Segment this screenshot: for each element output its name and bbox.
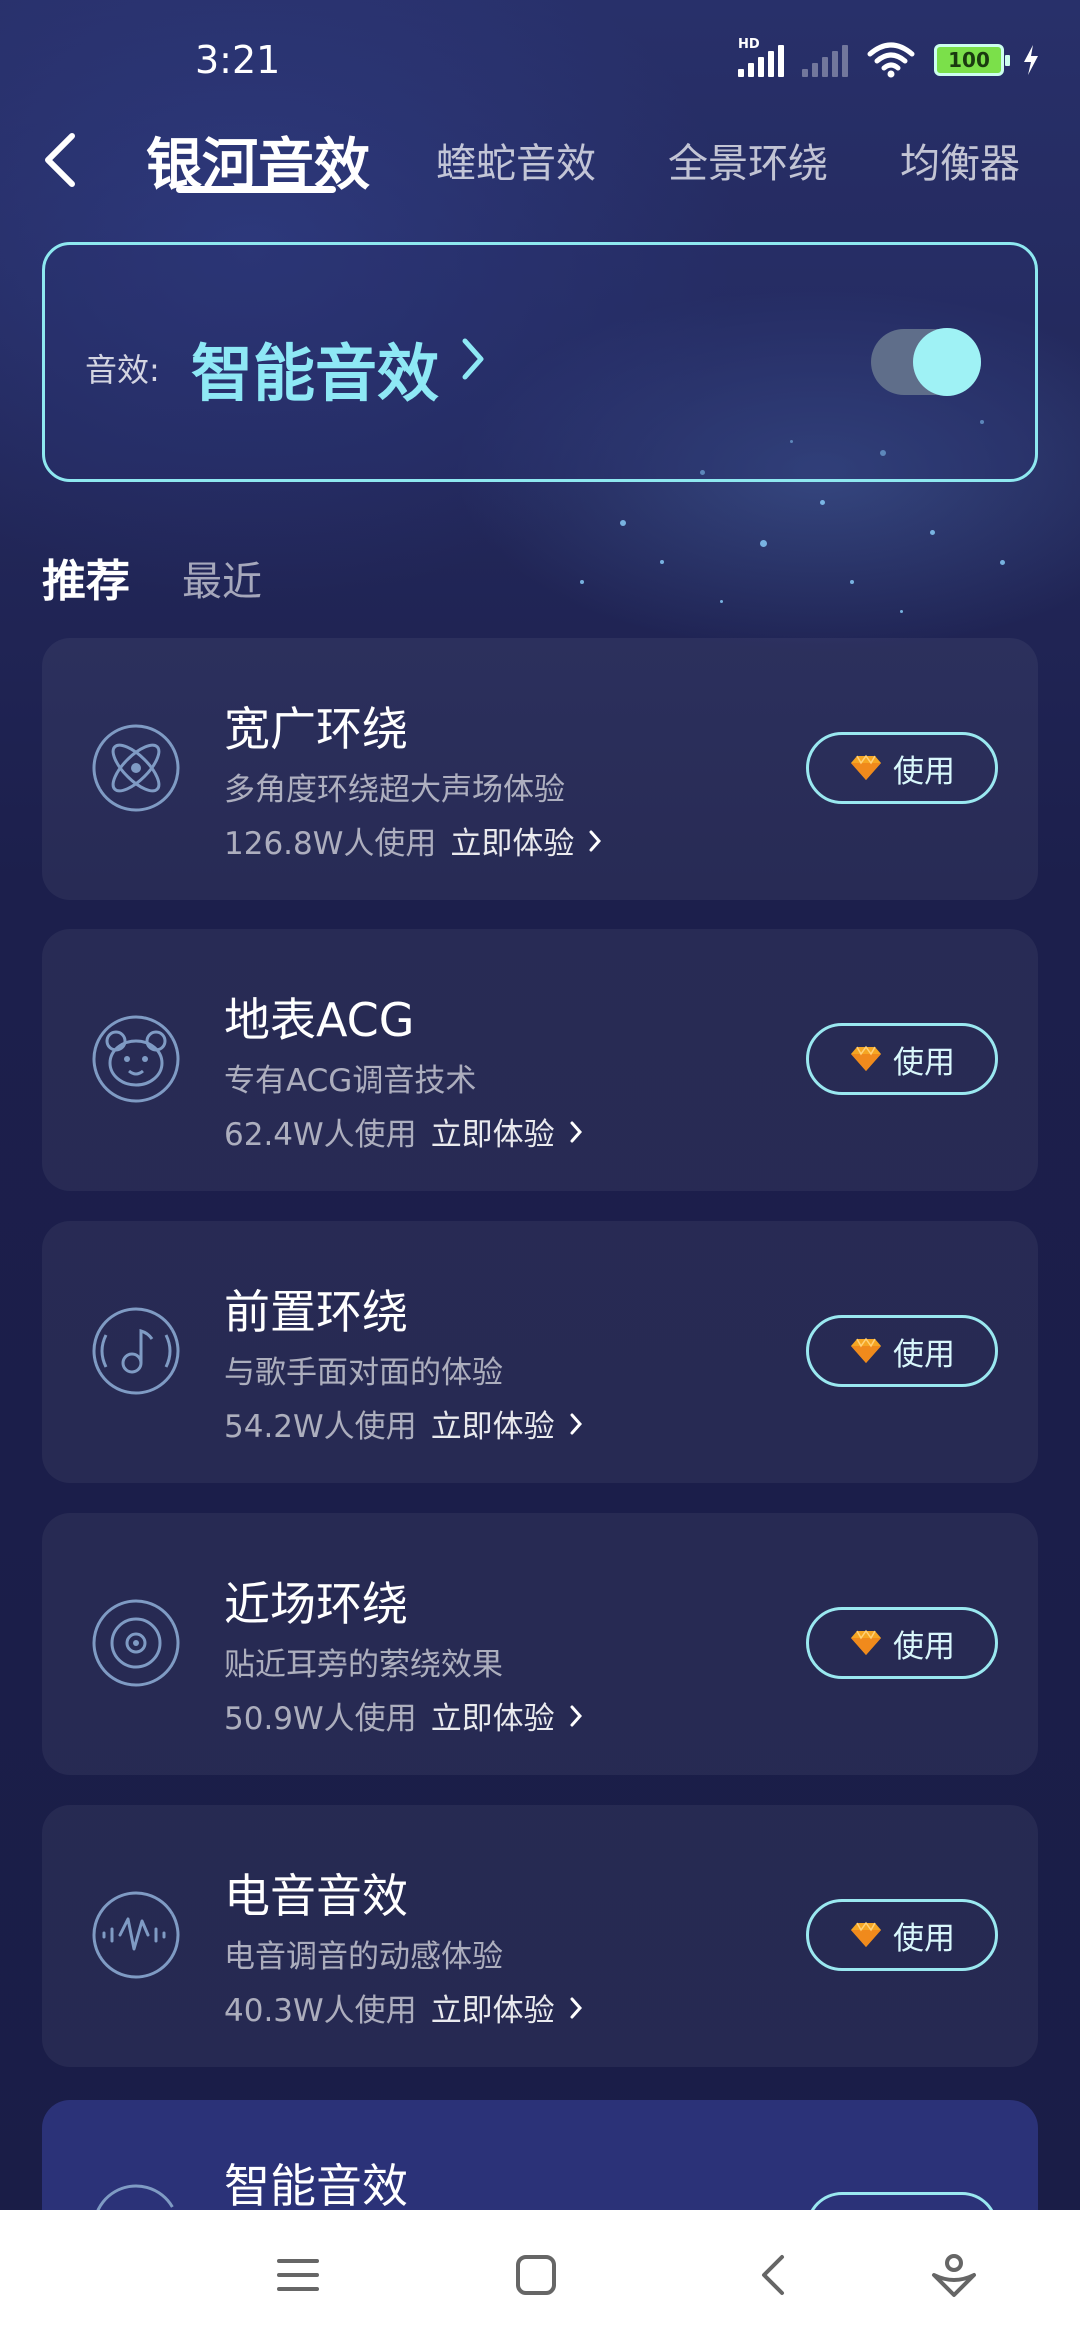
chevron-right-icon [570, 1997, 582, 2018]
card-meta: 126.8W人使用 立即体验 [224, 818, 602, 863]
tab-equalizer[interactable]: 均衡器 [900, 120, 1020, 200]
card-meta: 40.3W人使用 立即体验 [224, 1985, 583, 2030]
tab-recent[interactable]: 最近 [182, 549, 262, 607]
tab-panoramic-surround[interactable]: 全景环绕 [668, 120, 828, 200]
signal-hd-icon: HD [738, 37, 784, 77]
try-now-link[interactable]: 立即体验 [431, 1401, 555, 1446]
try-now-link[interactable]: 立即体验 [431, 1985, 555, 2030]
card-title: 电音音效 [224, 1869, 408, 1923]
current-effect-selector[interactable]: 智能音效 [191, 323, 439, 413]
card-description: 电音调音的动感体验 [224, 1939, 503, 1975]
chevron-right-icon [570, 1413, 582, 1434]
header-tabs: 银河音效 蝰蛇音效 全景环绕 均衡器 [0, 110, 1080, 210]
diamond-vip-icon [850, 1922, 882, 1948]
try-now-link[interactable]: 立即体验 [450, 818, 574, 863]
atom-icon [92, 724, 180, 812]
assistant-icon [932, 2254, 976, 2297]
use-button[interactable]: 使用 [806, 1607, 998, 1679]
battery-icon: 100 [934, 44, 1010, 76]
card-title: 地表ACG [224, 993, 415, 1047]
back-button[interactable] [30, 120, 90, 200]
chevron-right-icon [570, 1121, 582, 1142]
back-icon [762, 2255, 784, 2295]
use-button[interactable]: 使用 [806, 1315, 998, 1387]
tab-viper-effect[interactable]: 蝰蛇音效 [436, 120, 596, 200]
effect-card-acg[interactable]: 地表ACG 专有ACG调音技术 62.4W人使用 立即体验 使用 [42, 929, 1038, 1191]
usage-count: 54.2W人使用 [224, 1409, 417, 1445]
use-button[interactable]: 使用 [806, 732, 998, 804]
effect-card-near-field[interactable]: 近场环绕 贴近耳旁的萦绕效果 50.9W人使用 立即体验 使用 [42, 1513, 1038, 1775]
card-meta: 62.4W人使用 立即体验 [224, 1109, 583, 1154]
card-description: 贴近耳旁的萦绕效果 [224, 1647, 503, 1683]
speaker-icon [92, 1599, 180, 1687]
menu-icon [277, 2259, 319, 2291]
hd-label: HD [738, 37, 760, 52]
effect-card-electronic[interactable]: 电音音效 电音调音的动感体验 40.3W人使用 立即体验 使用 [42, 1805, 1038, 2067]
charging-bolt-icon [1024, 45, 1038, 75]
system-navigation-bar [0, 2210, 1080, 2340]
active-tab-indicator [176, 186, 336, 193]
use-button-label: 使用 [893, 1044, 955, 1081]
usage-count: 50.9W人使用 [224, 1701, 417, 1737]
card-description: 与歌手面对面的体验 [224, 1355, 503, 1391]
usage-count: 126.8W人使用 [224, 826, 437, 862]
menu-button[interactable] [258, 2240, 338, 2310]
signal-empty-icon [802, 43, 848, 77]
chevron-left-icon [45, 133, 75, 187]
chevron-right-icon [570, 1705, 582, 1726]
usage-count: 62.4W人使用 [224, 1117, 417, 1153]
effect-card-wide-surround[interactable]: 宽广环绕 多角度环绕超大声场体验 126.8W人使用 立即体验 使用 [42, 638, 1038, 900]
diamond-vip-icon [850, 1338, 882, 1364]
chevron-right-icon [589, 830, 602, 851]
diamond-vip-icon [850, 1046, 882, 1072]
wifi-icon [867, 42, 915, 78]
card-title: 前置环绕 [224, 1285, 408, 1339]
diamond-vip-icon [850, 1630, 882, 1656]
electronic-wave-icon [92, 1891, 180, 1979]
card-meta: 50.9W人使用 立即体验 [224, 1693, 583, 1738]
bear-face-icon [92, 1015, 180, 1103]
toggle-knob [913, 328, 981, 396]
effect-label: 音效: [85, 351, 160, 389]
music-note-icon [92, 1307, 180, 1395]
card-title: 智能音效 [224, 2159, 408, 2213]
use-button-label: 使用 [893, 753, 955, 790]
card-meta: 54.2W人使用 立即体验 [224, 1401, 583, 1446]
home-icon [516, 2255, 556, 2295]
effect-toggle[interactable] [871, 328, 981, 396]
use-button-label: 使用 [893, 1336, 955, 1373]
card-title: 宽广环绕 [224, 702, 408, 756]
diamond-vip-icon [850, 755, 882, 781]
use-button[interactable]: 使用 [806, 1899, 998, 1971]
back-nav-button[interactable] [734, 2240, 814, 2310]
home-button[interactable] [496, 2240, 576, 2310]
use-button-label: 使用 [893, 1628, 955, 1665]
card-title: 近场环绕 [224, 1577, 408, 1631]
effect-card-front-surround[interactable]: 前置环绕 与歌手面对面的体验 54.2W人使用 立即体验 使用 [42, 1221, 1038, 1483]
try-now-link[interactable]: 立即体验 [431, 1109, 555, 1154]
tab-recommended[interactable]: 推荐 [42, 545, 130, 609]
chevron-right-icon[interactable] [461, 337, 485, 381]
sound-effect-panel: 音效: 智能音效 [42, 242, 1038, 482]
card-description: 专有ACG调音技术 [224, 1063, 477, 1099]
usage-count: 40.3W人使用 [224, 1993, 417, 2029]
status-time: 3:21 [195, 38, 281, 82]
use-button-label: 使用 [893, 1920, 955, 1957]
assistant-button[interactable] [914, 2240, 994, 2310]
use-button[interactable]: 使用 [806, 1023, 998, 1095]
battery-level: 100 [948, 48, 990, 72]
status-icons: HD 100 [738, 37, 1040, 78]
status-bar: 3:21 HD 100 [0, 0, 1080, 120]
try-now-link[interactable]: 立即体验 [431, 1693, 555, 1738]
card-description: 多角度环绕超大声场体验 [224, 772, 565, 808]
